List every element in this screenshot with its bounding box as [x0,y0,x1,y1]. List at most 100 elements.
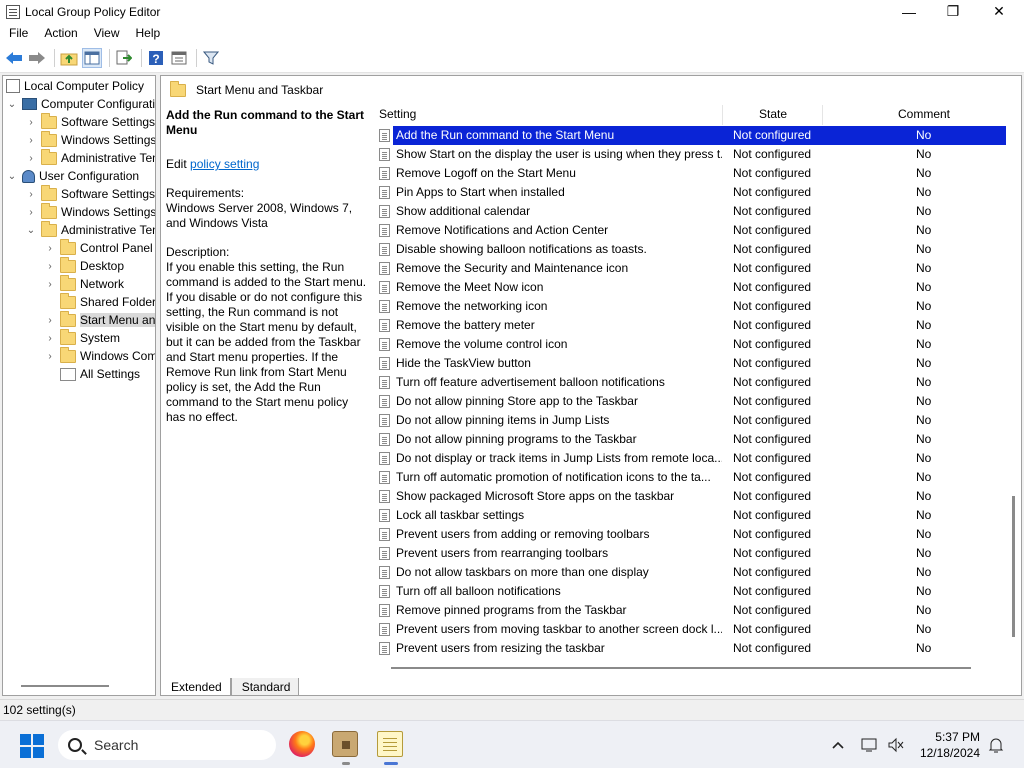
table-row[interactable]: Remove the battery meter Not configured No [374,316,1006,335]
tree-item-desktop[interactable]: › Desktop [44,256,124,275]
tree-item-windows-settings[interactable]: › Windows Settings [25,202,155,221]
table-row[interactable]: Turn off automatic promotion of notifica… [374,468,1006,487]
export-list-icon[interactable] [114,48,134,68]
horizontal-scrollbar-thumb[interactable] [391,667,971,669]
tree-item-local-computer-policy[interactable]: Local Computer Policy [6,77,144,95]
tree-item-computer-configuration[interactable]: ⌄ Computer Configuration [6,95,155,113]
menu-view[interactable]: View [85,23,127,44]
minimize-button[interactable]: — [886,0,932,23]
tree-item-windows-components[interactable]: › Windows Components [44,346,155,365]
display-icon[interactable] [860,735,880,755]
table-row[interactable]: Do not allow pinning programs to the Tas… [374,430,1006,449]
tree-item-software-settings[interactable]: › Software Settings [25,112,155,131]
menu-action[interactable]: Action [35,23,84,44]
expand-chevron-icon[interactable]: › [25,153,37,164]
table-row[interactable]: Prevent users from resizing the taskbar N… [374,639,1006,658]
table-row[interactable]: Turn off all balloon notifications Not co… [374,582,1006,601]
help-icon[interactable]: ? [146,48,166,68]
tree-item-administrative-templates[interactable]: ⌄ Administrative Templates [25,220,155,239]
expand-chevron-icon[interactable]: › [25,189,37,200]
table-row[interactable]: Remove the Security and Maintenance icon… [374,259,1006,278]
up-folder-icon[interactable] [59,48,79,68]
firefox-icon[interactable] [289,731,315,757]
tree-item-shared-folders[interactable]: Shared Folders [60,292,155,311]
table-row[interactable]: Do not display or track items in Jump Li… [374,449,1006,468]
tree-item-control-panel[interactable]: › Control Panel [44,238,153,257]
collapse-chevron-icon[interactable]: ⌄ [6,171,18,182]
table-row[interactable]: Remove Logoff on the Start Menu Not confi… [374,164,1006,183]
table-row[interactable]: Do not allow pinning Store app to the Ta… [374,392,1006,411]
tree-item-start-menu-and-taskbar[interactable]: › Start Menu and Taskbar [44,310,155,329]
setting-state: Not configured [733,584,812,598]
table-row[interactable]: Show additional calendar Not configured No [374,202,1006,221]
clock[interactable]: 5:37 PM 12/18/2024 [912,729,980,761]
table-row[interactable]: Remove pinned programs from the Taskbar N… [374,601,1006,620]
tab-standard[interactable]: Standard [230,678,300,696]
expand-chevron-icon[interactable]: › [44,279,56,290]
table-row[interactable]: Show packaged Microsoft Store apps on th… [374,487,1006,506]
table-row[interactable]: Add the Run command to the Start Menu Not… [374,126,1006,145]
table-row[interactable]: Lock all taskbar settings Not configured N… [374,506,1006,525]
forward-arrow-icon[interactable] [27,48,47,68]
collapse-chevron-icon[interactable]: ⌄ [6,99,18,110]
setting-state: Not configured [733,375,812,389]
table-row[interactable]: Prevent users from adding or removing to… [374,525,1006,544]
description-text: If you enable this setting, the Run comm… [166,260,367,424]
menu-file[interactable]: File [0,23,35,44]
navigation-tree[interactable]: Local Computer Policy ⌄ Computer Configu… [2,75,156,696]
back-arrow-icon[interactable] [4,48,24,68]
tree-item-all-settings[interactable]: All Settings [60,365,140,383]
group-policy-icon[interactable] [332,731,358,765]
expand-chevron-icon[interactable]: › [44,315,56,326]
tree-item-windows-settings[interactable]: › Windows Settings [25,130,155,149]
expand-chevron-icon[interactable]: › [44,243,56,254]
table-row[interactable]: Prevent users from rearranging toolbars N… [374,544,1006,563]
tab-extended[interactable]: Extended [160,678,231,696]
table-row[interactable]: Disable showing balloon notifications as… [374,240,1006,259]
vertical-scrollbar-thumb[interactable] [1012,496,1015,637]
table-row[interactable]: Do not allow pinning items in Jump Lists… [374,411,1006,430]
expand-chevron-icon[interactable]: › [25,207,37,218]
volume-muted-icon[interactable] [886,735,906,755]
expand-chevron-icon[interactable]: › [44,333,56,344]
tree-item-administrative-templates[interactable]: › Administrative Templates [25,148,155,167]
edit-policy-setting-link[interactable]: policy setting [190,157,259,171]
column-header-setting[interactable]: Setting [379,103,722,125]
table-row[interactable]: Hide the TaskView button Not configured No [374,354,1006,373]
tree-item-system[interactable]: › System [44,328,120,347]
table-row[interactable]: Show Start on the display the user is us… [374,145,1006,164]
tree-item-network[interactable]: › Network [44,274,124,293]
column-divider[interactable] [822,105,823,125]
expand-chevron-icon[interactable]: › [44,351,56,362]
expand-chevron-icon[interactable]: › [25,117,37,128]
table-row[interactable]: Prevent users from moving taskbar to ano… [374,620,1006,639]
table-row[interactable]: Turn off feature advertisement balloon n… [374,373,1006,392]
table-row[interactable]: Remove the Meet Now icon Not configured No [374,278,1006,297]
table-row[interactable]: Remove Notifications and Action Center No… [374,221,1006,240]
table-row[interactable]: Do not allow taskbars on more than one d… [374,563,1006,582]
tree-item-software-settings[interactable]: › Software Settings [25,184,155,203]
show-hide-tree-icon[interactable] [82,48,102,68]
tree-horizontal-scrollbar[interactable] [21,685,109,687]
column-header-state[interactable]: State [723,103,823,125]
notification-bell-icon[interactable] [986,735,1006,755]
show-hidden-icons-chevron-icon[interactable] [828,735,848,755]
maximize-button[interactable]: ❐ [930,0,976,23]
filter-icon[interactable] [201,48,221,68]
menu-help[interactable]: Help [127,23,168,44]
folder-icon [60,274,76,291]
expand-chevron-icon[interactable]: › [44,261,56,272]
expand-chevron-icon[interactable]: › [25,135,37,146]
table-row[interactable]: Remove the volume control icon Not config… [374,335,1006,354]
windows-start-icon[interactable] [20,734,44,758]
column-header-comment[interactable]: Comment [824,103,1024,125]
close-button[interactable]: ✕ [976,0,1022,23]
view-tabs: Extended Standard [160,678,300,696]
taskbar-search[interactable]: Search [58,730,276,760]
properties-icon[interactable] [169,48,189,68]
notepad-icon[interactable] [377,731,403,765]
tree-item-user-configuration[interactable]: ⌄ User Configuration [6,167,139,185]
table-row[interactable]: Remove the networking icon Not configured… [374,297,1006,316]
table-row[interactable]: Pin Apps to Start when installed Not conf… [374,183,1006,202]
collapse-chevron-icon[interactable]: ⌄ [25,225,37,236]
